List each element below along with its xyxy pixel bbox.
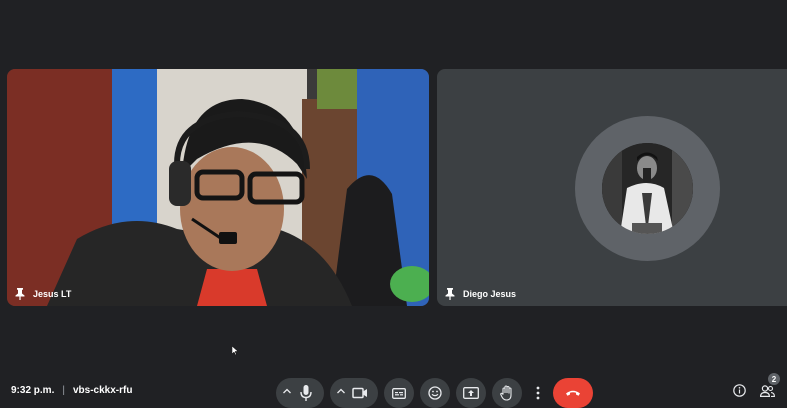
info-icon [733,384,746,397]
participant-label: Jesus LT [15,288,71,300]
camera-icon [352,387,367,399]
mouse-cursor-icon [231,342,239,360]
pin-icon[interactable] [15,288,25,300]
participant-tile-jesus-lt[interactable]: Jesus LT [7,69,429,306]
camera-video-feed [7,69,429,306]
separator: | [62,385,65,396]
pin-icon[interactable] [445,288,455,300]
people-button[interactable] [759,384,775,402]
participant-label: Diego Jesus [445,288,516,300]
raise-hand-icon [500,385,512,401]
camera-button[interactable] [352,387,368,399]
meeting-time: 9:32 p.m. [11,385,55,396]
more-options-icon [536,386,540,400]
microphone-icon [300,385,312,401]
chevron-up-icon [283,388,291,394]
people-count-badge: 2 [768,373,780,385]
video-options-button[interactable] [337,388,345,394]
microphone-button[interactable] [299,384,313,402]
hang-up-icon [566,390,580,396]
participant-name: Diego Jesus [463,289,517,299]
meeting-info: 9:32 p.m. | vbs-ckkx-rfu [11,385,132,396]
present-screen-icon [463,387,479,399]
participant-tile-diego-jesus[interactable]: Diego Jesus [437,69,787,306]
avatar [602,143,693,234]
participant-name: Jesus LT [33,289,72,299]
emoji-icon [428,386,442,400]
meeting-code[interactable]: vbs-ckkx-rfu [73,385,132,396]
people-icon [759,385,775,397]
chevron-up-icon [337,388,345,394]
audio-options-button[interactable] [283,388,291,394]
captions-icon [392,387,406,399]
meeting-details-button[interactable] [733,384,746,402]
